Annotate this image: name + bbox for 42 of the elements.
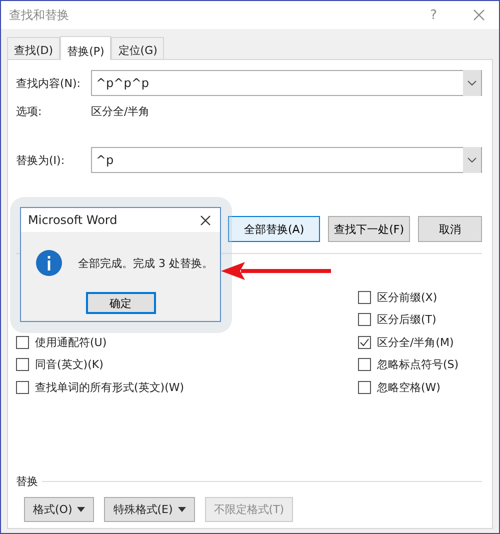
dropdown-icon[interactable] bbox=[463, 147, 481, 173]
checkbox-label: 查找单词的所有形式(英文)(W) bbox=[35, 380, 184, 395]
help-button[interactable]: ? bbox=[430, 8, 437, 22]
checkbox[interactable] bbox=[16, 380, 29, 394]
checkbox-label: 区分后缀(T) bbox=[377, 312, 436, 328]
caret-icon[interactable] bbox=[178, 507, 186, 512]
caret-icon[interactable] bbox=[77, 507, 86, 512]
close-icon[interactable] bbox=[200, 214, 211, 226]
info-icon bbox=[36, 250, 62, 276]
find-field[interactable]: ^p^p^p bbox=[91, 70, 482, 96]
tab[interactable]: 替换(P) bbox=[60, 36, 112, 60]
checkbox[interactable] bbox=[358, 290, 371, 304]
checkbox-label: 同音(英文)(K) bbox=[35, 357, 104, 372]
dialog-button[interactable]: 取消 bbox=[418, 216, 482, 242]
checkbox[interactable] bbox=[358, 336, 371, 349]
tab[interactable]: 定位(G) bbox=[111, 37, 164, 59]
options-label: 选项: bbox=[16, 104, 43, 119]
field-label: 替换为(I): bbox=[16, 152, 66, 168]
section-title: 替换 bbox=[16, 474, 38, 489]
checkbox[interactable] bbox=[16, 358, 29, 372]
dropdown-icon[interactable] bbox=[463, 70, 481, 96]
options-value: 区分全/半角 bbox=[91, 104, 150, 119]
checkbox-label: 区分全/半角(M) bbox=[377, 334, 454, 350]
checkbox-label: 忽略标点符号(S) bbox=[377, 357, 459, 372]
checkbox[interactable] bbox=[358, 313, 371, 326]
dialog-button[interactable]: 全部替换(A) bbox=[228, 216, 320, 242]
window-title: 查找和替换 bbox=[9, 6, 70, 24]
message-text: 全部完成。完成 3 处替换。 bbox=[78, 256, 213, 270]
message-title: Microsoft Word bbox=[28, 213, 118, 227]
tab[interactable]: 查找(D) bbox=[7, 37, 60, 59]
checkbox-label: 忽略空格(W) bbox=[377, 380, 440, 395]
format-button[interactable]: 特殊格式(E) bbox=[104, 497, 195, 522]
checkbox[interactable] bbox=[358, 380, 371, 394]
checkbox-label: 区分前缀(X) bbox=[377, 290, 438, 305]
ok-button[interactable]: 确定 bbox=[86, 292, 156, 314]
field-label: 查找内容(N): bbox=[16, 76, 82, 90]
checkbox[interactable] bbox=[358, 358, 371, 372]
checkbox-label: 使用通配符(U) bbox=[35, 334, 107, 350]
replace-field[interactable]: ^p bbox=[91, 147, 482, 173]
format-button[interactable]: 格式(O) bbox=[24, 497, 94, 522]
checkbox[interactable] bbox=[16, 336, 29, 349]
dialog-button[interactable]: 查找下一处(F) bbox=[328, 216, 410, 242]
